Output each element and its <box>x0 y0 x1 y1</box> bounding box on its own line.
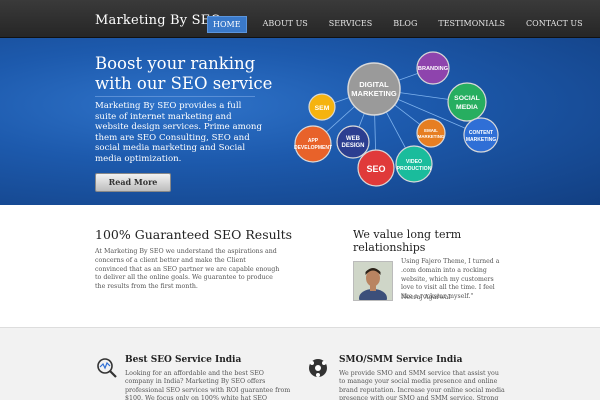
hero-title: Boost your ranking with our SEO service <box>95 54 273 93</box>
hero-banner: Boost your ranking with our SEO service … <box>0 38 600 205</box>
bubble-branding: BRANDING <box>416 51 450 85</box>
svg-text:SEM: SEM <box>315 105 330 112</box>
svg-text:WEB: WEB <box>346 136 361 142</box>
service-title-seo[interactable]: Best SEO Service India <box>125 355 241 365</box>
svg-text:MEDIA: MEDIA <box>456 104 478 111</box>
nav-blog[interactable]: BLOG <box>393 16 417 33</box>
svg-text:VIDEO: VIDEO <box>406 159 422 165</box>
bubble-video-production: VIDEO PRODUCTION <box>395 145 433 183</box>
services-band <box>0 327 600 400</box>
nav-home[interactable]: HOME <box>207 16 247 33</box>
svg-text:MARKETING: MARKETING <box>418 134 445 139</box>
seo-analytics-icon <box>97 358 117 378</box>
person-photo-icon <box>354 262 392 307</box>
svg-text:APP: APP <box>308 138 319 144</box>
svg-text:MARKETING: MARKETING <box>351 89 397 98</box>
service-text-seo: Looking for an affordable and the best S… <box>125 370 291 400</box>
nav-about-us[interactable]: ABOUT US <box>263 16 308 33</box>
service-text-smo: We provide SMO and SMM service that assi… <box>339 370 505 400</box>
svg-text:PRODUCTION: PRODUCTION <box>397 166 432 172</box>
svg-text:DEVELOPMENT: DEVELOPMENT <box>294 145 332 151</box>
social-network-icon <box>309 359 327 377</box>
bubble-web-design: WEB DESIGN <box>336 125 370 159</box>
svg-text:SOCIAL: SOCIAL <box>454 95 480 102</box>
hero-divider <box>95 96 255 97</box>
digital-marketing-diagram: DIGITAL MARKETING BRANDING SOCIAL MEDIA … <box>294 51 499 187</box>
nav-services[interactable]: SERVICES <box>329 16 372 33</box>
main-menu: HOME ABOUT US SERVICES BLOG TESTIMONIALS… <box>207 16 600 33</box>
testimonial-heading: We value long term relationships <box>353 228 462 254</box>
service-title-smo[interactable]: SMO/SMM Service India <box>339 355 462 365</box>
bubble-sem: SEM <box>308 93 336 121</box>
testimonial-avatar <box>353 261 393 307</box>
svg-text:SEO: SEO <box>366 164 385 174</box>
top-navigation-bar: Marketing By SEO HOME ABOUT US SERVICES … <box>0 0 600 38</box>
bubble-content-marketing: CONTENT MARKETING <box>463 117 499 153</box>
nav-contact-us[interactable]: CONTACT US <box>526 16 583 33</box>
svg-text:EMAIL: EMAIL <box>424 128 438 133</box>
read-more-button[interactable]: Read More <box>95 173 171 192</box>
nav-testimonials[interactable]: TESTIMONIALS <box>438 16 505 33</box>
bubble-social-media: SOCIAL MEDIA <box>447 82 487 122</box>
svg-text:DESIGN: DESIGN <box>341 143 364 149</box>
site-brand[interactable]: Marketing By SEO <box>95 13 221 28</box>
hero-description: Marketing By SEO provides a full suite o… <box>95 101 262 164</box>
svg-text:DIGITAL: DIGITAL <box>359 80 389 89</box>
bubble-digital-marketing: DIGITAL MARKETING <box>347 62 401 116</box>
guarantee-text: At Marketing By SEO we understand the as… <box>95 248 280 291</box>
bubble-seo: SEO <box>357 149 395 187</box>
svg-text:CONTENT: CONTENT <box>469 130 493 136</box>
svg-text:MARKETING: MARKETING <box>466 137 496 143</box>
bubble-email-marketing: EMAIL MARKETING <box>416 118 446 148</box>
svg-text:BRANDING: BRANDING <box>418 66 448 72</box>
guarantee-heading: 100% Guaranteed SEO Results <box>95 227 293 242</box>
testimonial-author: Neeraj Agarwal <box>401 294 451 301</box>
bubble-app-development: APP DEVELOPMENT <box>294 125 332 163</box>
